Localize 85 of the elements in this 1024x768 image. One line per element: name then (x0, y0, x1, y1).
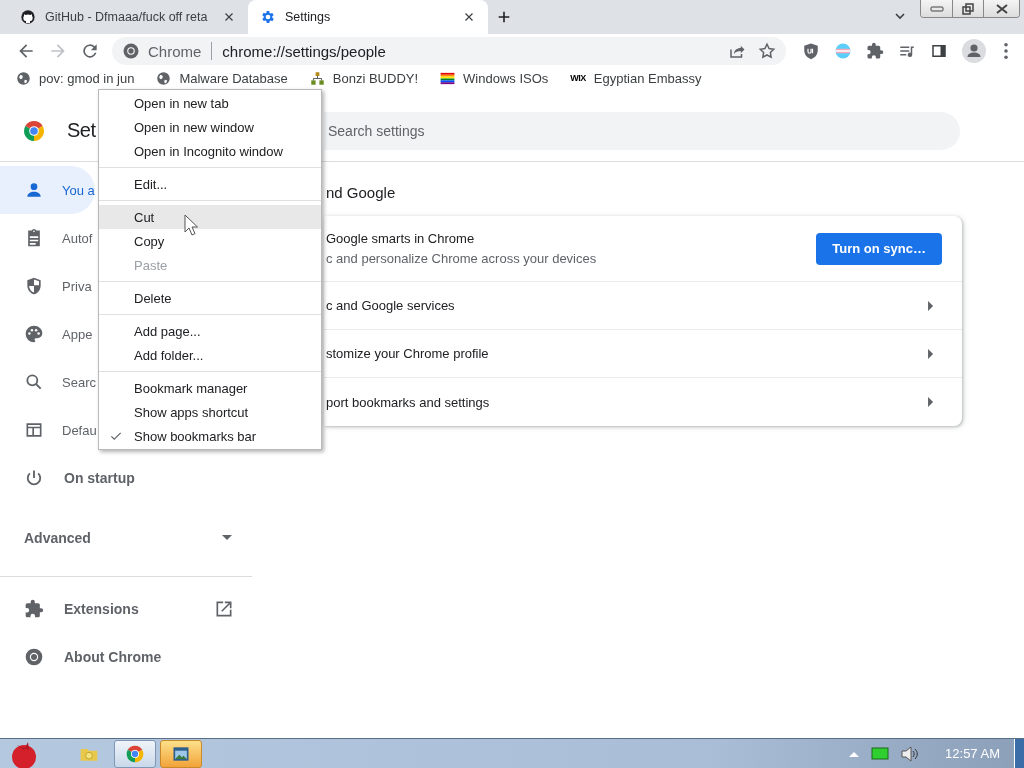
bookmark-label: Malware Database (179, 70, 288, 86)
sidebar-item[interactable]: Autof (0, 214, 93, 262)
settings-row[interactable]: stomize your Chrome profile (324, 330, 962, 378)
sidebar-item[interactable]: Extensions (0, 585, 252, 633)
bookmark[interactable]: Bonzi BUDDY! (303, 70, 425, 86)
menu-item[interactable]: Open in new tab (99, 91, 321, 115)
chrome-icon (22, 118, 46, 143)
chrome-icon (125, 743, 145, 764)
bookmark[interactable]: pov: gmod in jun (10, 70, 141, 86)
show-desktop-button[interactable] (1014, 739, 1024, 768)
minimize-icon (929, 5, 944, 12)
restore-button[interactable] (952, 0, 983, 17)
puzzle-icon (866, 42, 884, 60)
restore-icon (962, 2, 974, 15)
sidebar-item[interactable]: Defau (0, 406, 97, 454)
avatar-icon (962, 39, 986, 63)
shield-icon (802, 42, 820, 60)
chrome-icon (122, 42, 140, 60)
menu-item[interactable]: Bookmark manager (99, 376, 321, 400)
menu-item[interactable]: Open in Incognito window (99, 139, 321, 163)
close-window-button[interactable] (983, 0, 1019, 17)
reload-icon (80, 41, 100, 61)
caret-right-icon (928, 300, 934, 311)
menu-item[interactable]: Show bookmarks bar (99, 424, 321, 448)
menu-item[interactable]: Delete (99, 286, 321, 310)
wix-logo-icon: WIX (570, 70, 586, 86)
taskbar-app[interactable] (160, 739, 202, 768)
sync-title: Google smarts in Chrome (326, 231, 476, 246)
sidebar-item[interactable]: Priva (0, 262, 92, 310)
new-tab-icon (496, 9, 512, 25)
bookmark[interactable]: Malware Database (150, 70, 294, 86)
caret-right-icon (928, 397, 934, 407)
sidebar-item[interactable]: You a (0, 166, 95, 214)
sidebar-item[interactable]: About Chrome (0, 633, 252, 681)
address-bar[interactable]: Chrome chrome://settings/people (112, 37, 786, 65)
bookmark[interactable]: Windows ISOs (434, 70, 555, 86)
palette-icon (24, 324, 44, 344)
speaker-icon[interactable] (901, 745, 920, 762)
menu-item[interactable]: Add page... (99, 319, 321, 343)
cursor-icon (184, 214, 198, 236)
more-icon (1004, 43, 1008, 59)
side-panel-icon (930, 42, 948, 60)
star-icon (758, 42, 776, 60)
taskbar-app[interactable] (114, 739, 156, 768)
menu-item[interactable]: Copy (99, 229, 321, 253)
search-field[interactable]: Search settings (324, 111, 960, 150)
network-icon (309, 70, 325, 86)
browser-window-icon (24, 420, 44, 440)
cat-logo-icon (20, 9, 36, 25)
bookmark-label: Windows ISOs (463, 70, 549, 86)
bookmark-label: Bonzi BUDDY! (332, 70, 419, 86)
settings-row[interactable]: c and Google services (324, 282, 962, 330)
rainbow-flag-icon (440, 70, 456, 86)
advanced-toggle[interactable]: Advanced (0, 510, 252, 566)
menu-item[interactable]: Add folder... (99, 343, 321, 367)
shield-icon (24, 276, 44, 296)
turn-on-sync-button[interactable]: Turn on sync… (816, 232, 942, 265)
browser-tab[interactable]: Settings (248, 0, 488, 34)
chrome-icon (24, 647, 44, 667)
settings-icon (260, 9, 276, 25)
bookmark-label: pov: gmod in jun (39, 70, 135, 86)
page-title: Set (67, 119, 96, 142)
menu-item[interactable]: Show apps shortcut (99, 400, 321, 424)
bookmark-label: Egyptian Embassy (593, 70, 702, 86)
menu-item[interactable]: Edit... (99, 172, 321, 196)
browser-tab[interactable]: GitHub - Dfmaaa/fuck off reta (8, 0, 248, 34)
caret-right-icon (928, 348, 934, 359)
section-heading: nd Google (326, 184, 397, 201)
close-icon (995, 3, 1008, 14)
sidebar-item[interactable]: Appe (0, 310, 93, 358)
sync-description: c and personalize Chrome across your devices (326, 251, 598, 266)
menu-item[interactable]: Open in new window (99, 115, 321, 139)
caret-down-icon (222, 535, 232, 541)
url-text: chrome://settings/people (222, 42, 387, 60)
power-icon (24, 468, 44, 488)
search-icon (24, 372, 44, 392)
puzzle-icon (24, 599, 44, 619)
menu-item[interactable]: Cut (99, 205, 321, 229)
sidebar-item[interactable]: Searc (0, 358, 96, 406)
settings-row[interactable]: port bookmarks and settings (324, 378, 962, 426)
site-label: Chrome (148, 42, 202, 60)
sidebar-item[interactable]: On startup (0, 454, 252, 502)
striped-circle-icon (834, 42, 852, 60)
bookmark[interactable]: WIX Egyptian Embassy (564, 70, 708, 86)
person-icon (24, 180, 44, 200)
